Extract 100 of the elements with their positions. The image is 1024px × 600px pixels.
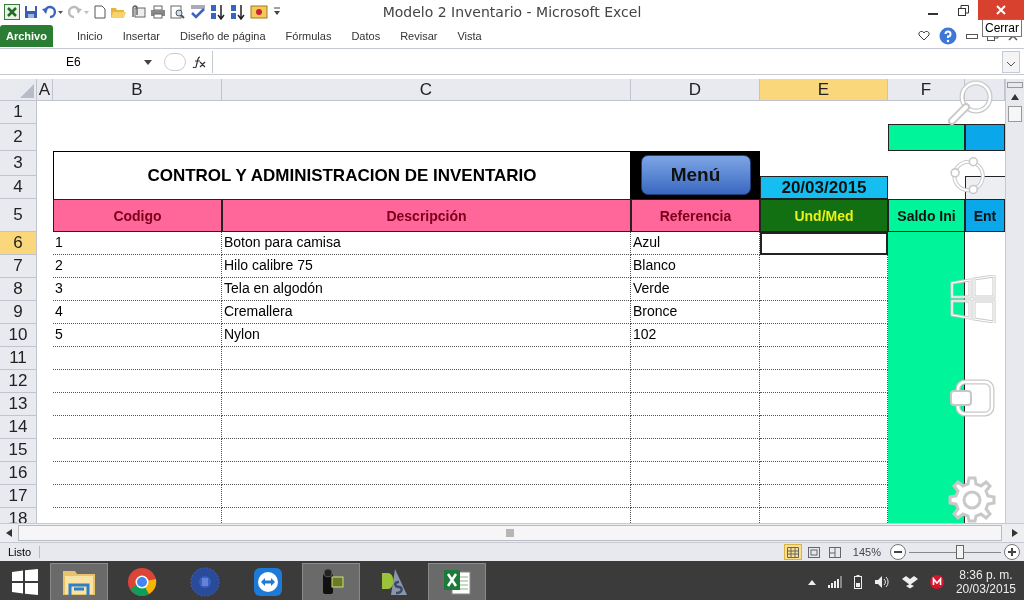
menu-button[interactable]: Menú [640, 155, 751, 195]
browser-icon [127, 567, 157, 597]
file-tab[interactable]: Archivo [0, 25, 53, 47]
column-heading: Referencia [631, 199, 760, 232]
zoom-out-button[interactable] [890, 544, 906, 560]
sort-ascending-icon[interactable] [210, 4, 226, 20]
row-header[interactable]: 13 [0, 393, 37, 416]
ribbon-tab[interactable]: Datos [351, 27, 381, 45]
minimize-icon [928, 12, 938, 15]
row-header[interactable]: 12 [0, 370, 37, 393]
excel-icon[interactable] [4, 4, 20, 20]
battery-icon[interactable] [853, 575, 862, 589]
chevron-down-icon [1007, 61, 1015, 67]
split-handle[interactable] [1007, 82, 1023, 88]
row-header[interactable]: 16 [0, 462, 37, 485]
selected-cell[interactable] [760, 232, 888, 255]
ribbon-tab[interactable]: Diseño de página [179, 27, 266, 45]
table-cell: 102 [631, 324, 760, 347]
normal-view-button[interactable] [783, 544, 802, 560]
column-header[interactable]: A [37, 79, 53, 101]
sort-descending-icon[interactable] [230, 4, 246, 20]
column-heading: Descripción [222, 199, 631, 232]
save-icon[interactable] [24, 5, 38, 19]
row-header[interactable]: 4 [0, 176, 37, 199]
dropdown-arrow-icon[interactable] [144, 59, 152, 65]
column-header[interactable]: F [888, 79, 965, 101]
function-icon[interactable] [192, 56, 206, 68]
row-header[interactable]: 15 [0, 439, 37, 462]
dropbox-icon[interactable] [901, 575, 918, 589]
row-header[interactable]: 6 [0, 232, 37, 255]
row-header[interactable]: 9 [0, 301, 37, 324]
row-header[interactable]: 1 [0, 101, 37, 124]
close-button[interactable] [978, 0, 1024, 20]
scroll-right-icon[interactable] [1012, 529, 1018, 537]
zoom-in-button[interactable] [1004, 544, 1020, 560]
share-icon[interactable] [948, 157, 986, 195]
scrollbar-thumb[interactable] [1008, 106, 1022, 122]
signal-icon[interactable] [827, 576, 842, 588]
heart-icon[interactable] [918, 31, 930, 41]
row-header[interactable]: 3 [0, 151, 37, 176]
triangle-icon [20, 84, 34, 98]
cloud-sync-icon[interactable] [929, 575, 944, 589]
form-icon[interactable] [250, 5, 268, 19]
spelling-check-icon[interactable] [190, 5, 206, 19]
ribbon-tab[interactable]: Insertar [122, 27, 160, 45]
close-icon [996, 5, 1006, 15]
windows-logo-icon [12, 569, 38, 595]
name-box[interactable]: E6 [0, 55, 138, 69]
row-header[interactable]: 5 [0, 199, 37, 232]
new-document-icon[interactable] [94, 5, 106, 19]
spreadsheet-icon [442, 567, 472, 597]
ribbon-tab[interactable]: Vista [457, 27, 482, 45]
ribbon-tab[interactable]: Fórmulas [285, 27, 332, 45]
ribbon-tab[interactable]: Inicio [76, 27, 103, 45]
row-header[interactable]: 2 [0, 124, 37, 151]
ribbon-tab[interactable]: Revisar [400, 27, 438, 45]
column-heading: Ent [965, 199, 1005, 232]
taskbar-button[interactable] [302, 563, 360, 600]
page-break-icon [828, 546, 841, 558]
minus-icon [894, 551, 902, 553]
table-cell: Hilo calibre 75 [222, 255, 631, 278]
column-header[interactable]: C [222, 79, 631, 101]
row-header[interactable]: 11 [0, 347, 37, 370]
row-header[interactable]: 17 [0, 485, 37, 508]
table-cell: 1 [53, 232, 222, 255]
column-header[interactable]: E [760, 79, 888, 101]
clock-time[interactable]: 8:36 p. m. [959, 568, 1013, 582]
restore-icon [957, 4, 969, 16]
zoom-level[interactable]: 145% [852, 546, 881, 558]
row-header[interactable]: 14 [0, 416, 37, 439]
scroll-up-icon[interactable] [1011, 94, 1019, 100]
table-cell: Bronce [631, 301, 760, 324]
plus-icon [1008, 548, 1016, 556]
row-header[interactable]: 7 [0, 255, 37, 278]
zoom-slider[interactable] [955, 544, 964, 559]
grip-icon [506, 529, 514, 537]
print-preview-icon[interactable] [170, 5, 186, 19]
table-cell: 2 [53, 255, 222, 278]
column-heading: Und/Med [760, 199, 888, 232]
column-heading: Saldo Ini [888, 199, 965, 232]
row-header[interactable]: 8 [0, 278, 37, 301]
help-icon[interactable] [939, 27, 957, 45]
grid-icon [786, 546, 799, 558]
show-hidden-icons-icon[interactable] [807, 579, 816, 585]
table-cell: 5 [53, 324, 222, 347]
tooltip: Cerrar [982, 19, 1022, 37]
scroll-left-icon[interactable] [6, 529, 12, 537]
ds-logo-icon [379, 567, 409, 597]
attachment-icon[interactable] [130, 5, 146, 19]
scrollbar-thumb[interactable] [18, 525, 1002, 541]
printer-icon[interactable] [150, 5, 166, 19]
minimize-ribbon-icon[interactable] [966, 32, 978, 40]
undo-icon[interactable] [42, 5, 64, 19]
column-header[interactable]: D [631, 79, 760, 101]
row-header[interactable]: 10 [0, 324, 37, 347]
taskbar-button[interactable] [428, 563, 486, 600]
status-text: Listo [0, 546, 41, 558]
column-header[interactable]: B [53, 79, 222, 101]
volume-icon[interactable] [873, 575, 890, 589]
clock-date[interactable]: 20/03/2015 [955, 582, 1016, 596]
